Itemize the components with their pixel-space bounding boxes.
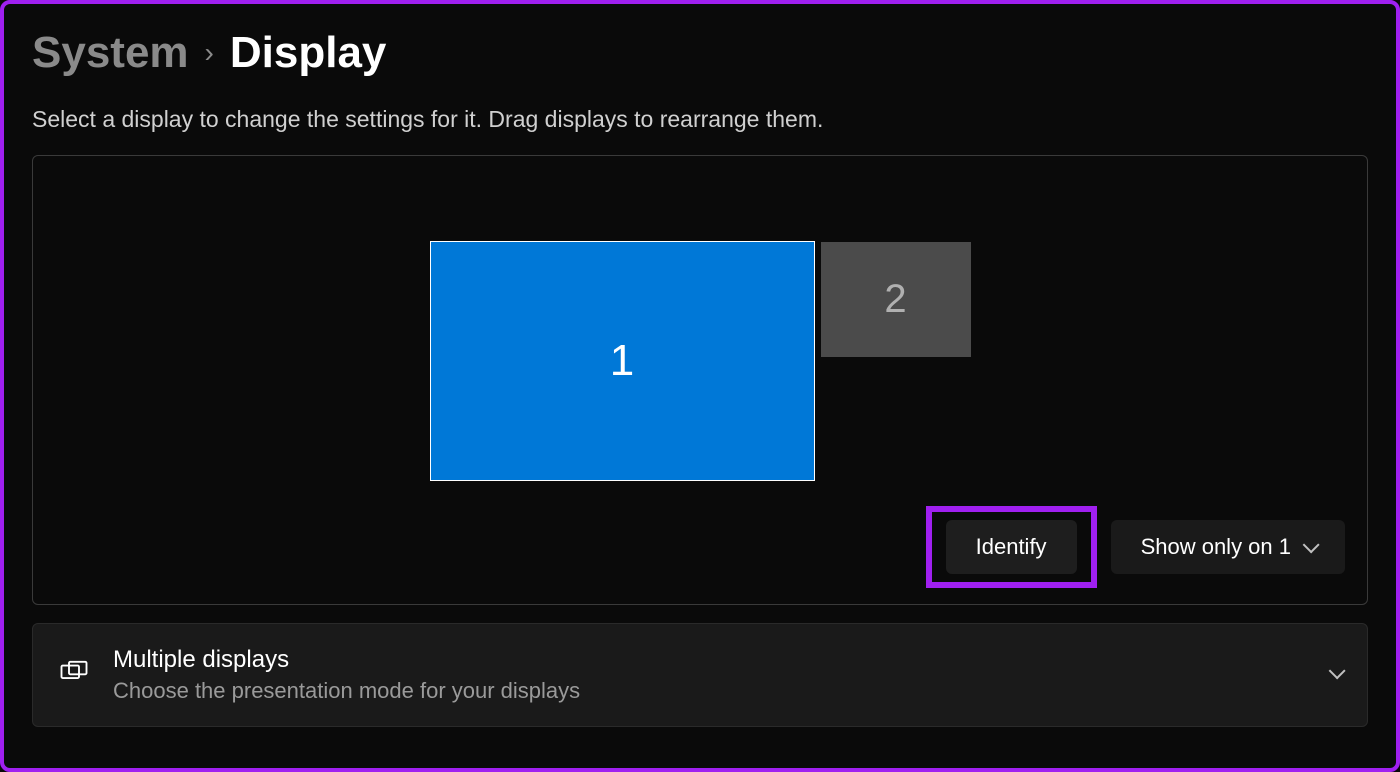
identify-highlight-box: Identify bbox=[926, 506, 1097, 588]
instructions-text: Select a display to change the settings … bbox=[32, 106, 1368, 133]
chevron-right-icon: › bbox=[205, 37, 214, 69]
breadcrumb-current: Display bbox=[230, 28, 387, 78]
display-buttons-row: Identify Show only on 1 bbox=[926, 506, 1345, 588]
chevron-down-icon bbox=[1303, 536, 1320, 553]
display-mode-label: Show only on 1 bbox=[1141, 534, 1291, 560]
breadcrumb: System › Display bbox=[32, 28, 1368, 78]
display-monitor-1[interactable]: 1 bbox=[430, 241, 815, 481]
display-arrangement-area[interactable]: 1 2 bbox=[33, 156, 1367, 506]
identify-button[interactable]: Identify bbox=[946, 520, 1077, 574]
display-mode-dropdown[interactable]: Show only on 1 bbox=[1111, 520, 1345, 574]
breadcrumb-parent[interactable]: System bbox=[32, 28, 189, 78]
multiple-displays-text: Multiple displays Choose the presentatio… bbox=[113, 646, 1305, 704]
multiple-displays-icon bbox=[59, 658, 89, 693]
multiple-displays-row[interactable]: Multiple displays Choose the presentatio… bbox=[32, 623, 1368, 727]
multiple-displays-subtitle: Choose the presentation mode for your di… bbox=[113, 678, 1305, 704]
display-arrangement-box: 1 2 Identify Show only on 1 bbox=[32, 155, 1368, 605]
display-monitor-2[interactable]: 2 bbox=[821, 242, 971, 357]
multiple-displays-title: Multiple displays bbox=[113, 646, 1305, 674]
chevron-down-icon bbox=[1329, 666, 1341, 684]
